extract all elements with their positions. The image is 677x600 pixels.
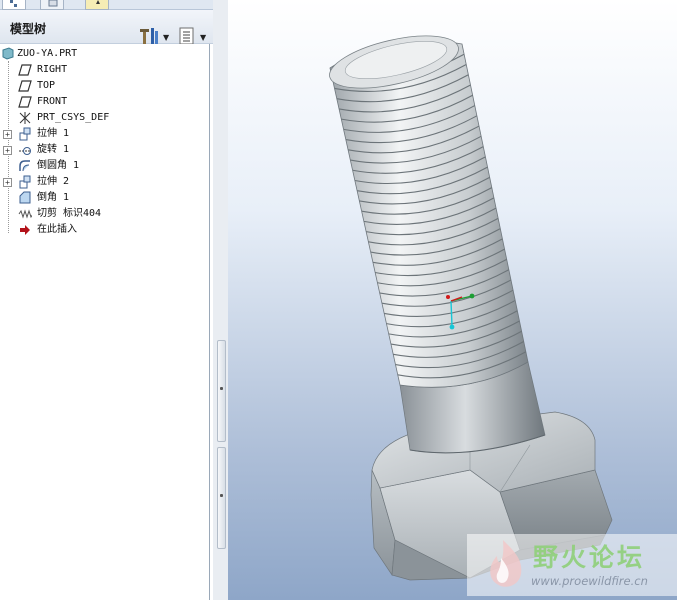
- coordinate-system-icon: [19, 112, 31, 124]
- chevron-down-icon: ▼: [200, 33, 207, 42]
- chamfer-icon: [19, 191, 31, 204]
- tree-root-part[interactable]: ZUO-YA.PRT: [0, 46, 208, 62]
- tree-item-extrude-2[interactable]: + 拉伸 2: [0, 174, 208, 190]
- splitter-grip-top[interactable]: [217, 340, 226, 442]
- tree-item-cosmetic-thread[interactable]: 切剪 标识404: [0, 206, 208, 222]
- tree-item-label: 在此插入: [37, 224, 77, 235]
- tree-item-label: 倒角 1: [37, 192, 70, 203]
- cosmetic-thread-icon: [18, 209, 32, 219]
- tree-item-label: 拉伸 1: [37, 128, 70, 139]
- chevron-down-icon: ▼: [163, 33, 170, 42]
- splitter-grip-bottom[interactable]: [217, 447, 226, 549]
- navigator-tab-strip: [0, 0, 213, 10]
- expand-toggle[interactable]: +: [3, 146, 12, 155]
- watermark-url: www.proewildfire.cn: [531, 574, 648, 588]
- flame-logo-icon: [490, 540, 522, 587]
- tree-item-label: 旋转 1: [37, 144, 70, 155]
- tree-item-extrude-1[interactable]: + 拉伸 1: [0, 126, 208, 142]
- tree-item-top[interactable]: TOP: [0, 78, 208, 94]
- app-window: 模型树 ▼ ▼ ZUO-YA.PRT RIGHT TOP FRONT PRT_C…: [0, 0, 677, 600]
- bolt-3d-model[interactable]: [228, 0, 677, 600]
- favorites-tab-icon: [96, 0, 100, 4]
- datum-plane-icon: [18, 80, 32, 92]
- tree-item-chamfer-1[interactable]: 倒角 1: [0, 190, 208, 206]
- model-tree-header: 模型树 ▼ ▼: [0, 10, 213, 45]
- extrude-icon: [19, 175, 31, 189]
- tree-item-insert-here[interactable]: 在此插入: [0, 222, 208, 238]
- tree-item-label: PRT_CSYS_DEF: [37, 112, 110, 123]
- revolve-icon: [19, 147, 31, 155]
- expand-toggle[interactable]: +: [3, 178, 12, 187]
- tree-item-csys[interactable]: PRT_CSYS_DEF: [0, 110, 208, 126]
- tree-item-label: 切剪 标识404: [37, 208, 102, 219]
- model-tree[interactable]: ZUO-YA.PRT RIGHT TOP FRONT PRT_CSYS_DEF …: [0, 44, 210, 600]
- tree-item-label: 拉伸 2: [37, 176, 70, 187]
- tree-item-revolve-1[interactable]: + 旋转 1: [0, 142, 208, 158]
- extrude-icon: [19, 127, 31, 141]
- tree-item-label: TOP: [37, 80, 56, 91]
- expand-toggle[interactable]: +: [3, 130, 12, 139]
- panel-splitter[interactable]: [213, 0, 228, 600]
- tab-folder-browser[interactable]: [40, 0, 64, 10]
- graphics-window[interactable]: [228, 0, 677, 600]
- tree-item-right[interactable]: RIGHT: [0, 62, 208, 78]
- tree-item-round-1[interactable]: 倒圆角 1: [0, 158, 208, 174]
- watermark-title: 野火论坛: [533, 543, 646, 572]
- tree-item-label: ZUO-YA.PRT: [17, 48, 78, 59]
- tree-item-label: 倒圆角 1: [37, 160, 80, 171]
- tree-item-label: RIGHT: [37, 64, 68, 75]
- part-icon: [2, 47, 14, 60]
- folder-tab-icon: [48, 0, 58, 7]
- tab-favorites[interactable]: [85, 0, 109, 10]
- datum-plane-icon: [18, 64, 32, 76]
- model-tree-panel: 模型树 ▼ ▼ ZUO-YA.PRT RIGHT TOP FRONT PRT_C…: [0, 0, 213, 600]
- tree-item-label: FRONT: [37, 96, 68, 107]
- insert-here-arrow-icon: [20, 225, 30, 235]
- round-icon: [19, 160, 30, 172]
- forum-watermark: 野火论坛 www.proewildfire.cn: [467, 534, 677, 596]
- model-tree-tab-icon: [10, 0, 17, 7]
- tree-item-front[interactable]: FRONT: [0, 94, 208, 110]
- threaded-shaft: [329, 35, 529, 388]
- panel-title: 模型树: [10, 22, 47, 36]
- datum-plane-icon: [18, 96, 32, 108]
- tab-model-tree[interactable]: [2, 0, 26, 10]
